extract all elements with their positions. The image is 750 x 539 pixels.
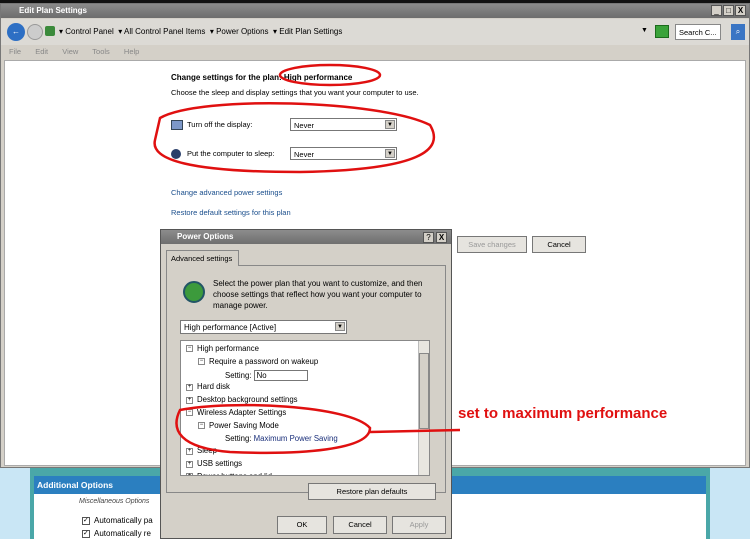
highlight-ellipse [278, 63, 382, 87]
annotation-arrow-line [369, 428, 461, 434]
tab-advanced-settings[interactable]: Advanced settings [166, 250, 239, 266]
annotation-layer [153, 63, 461, 455]
highlight-ellipse [175, 403, 372, 455]
annotation-text: set to maximum performance [458, 405, 668, 422]
highlight-ellipse [153, 102, 436, 174]
